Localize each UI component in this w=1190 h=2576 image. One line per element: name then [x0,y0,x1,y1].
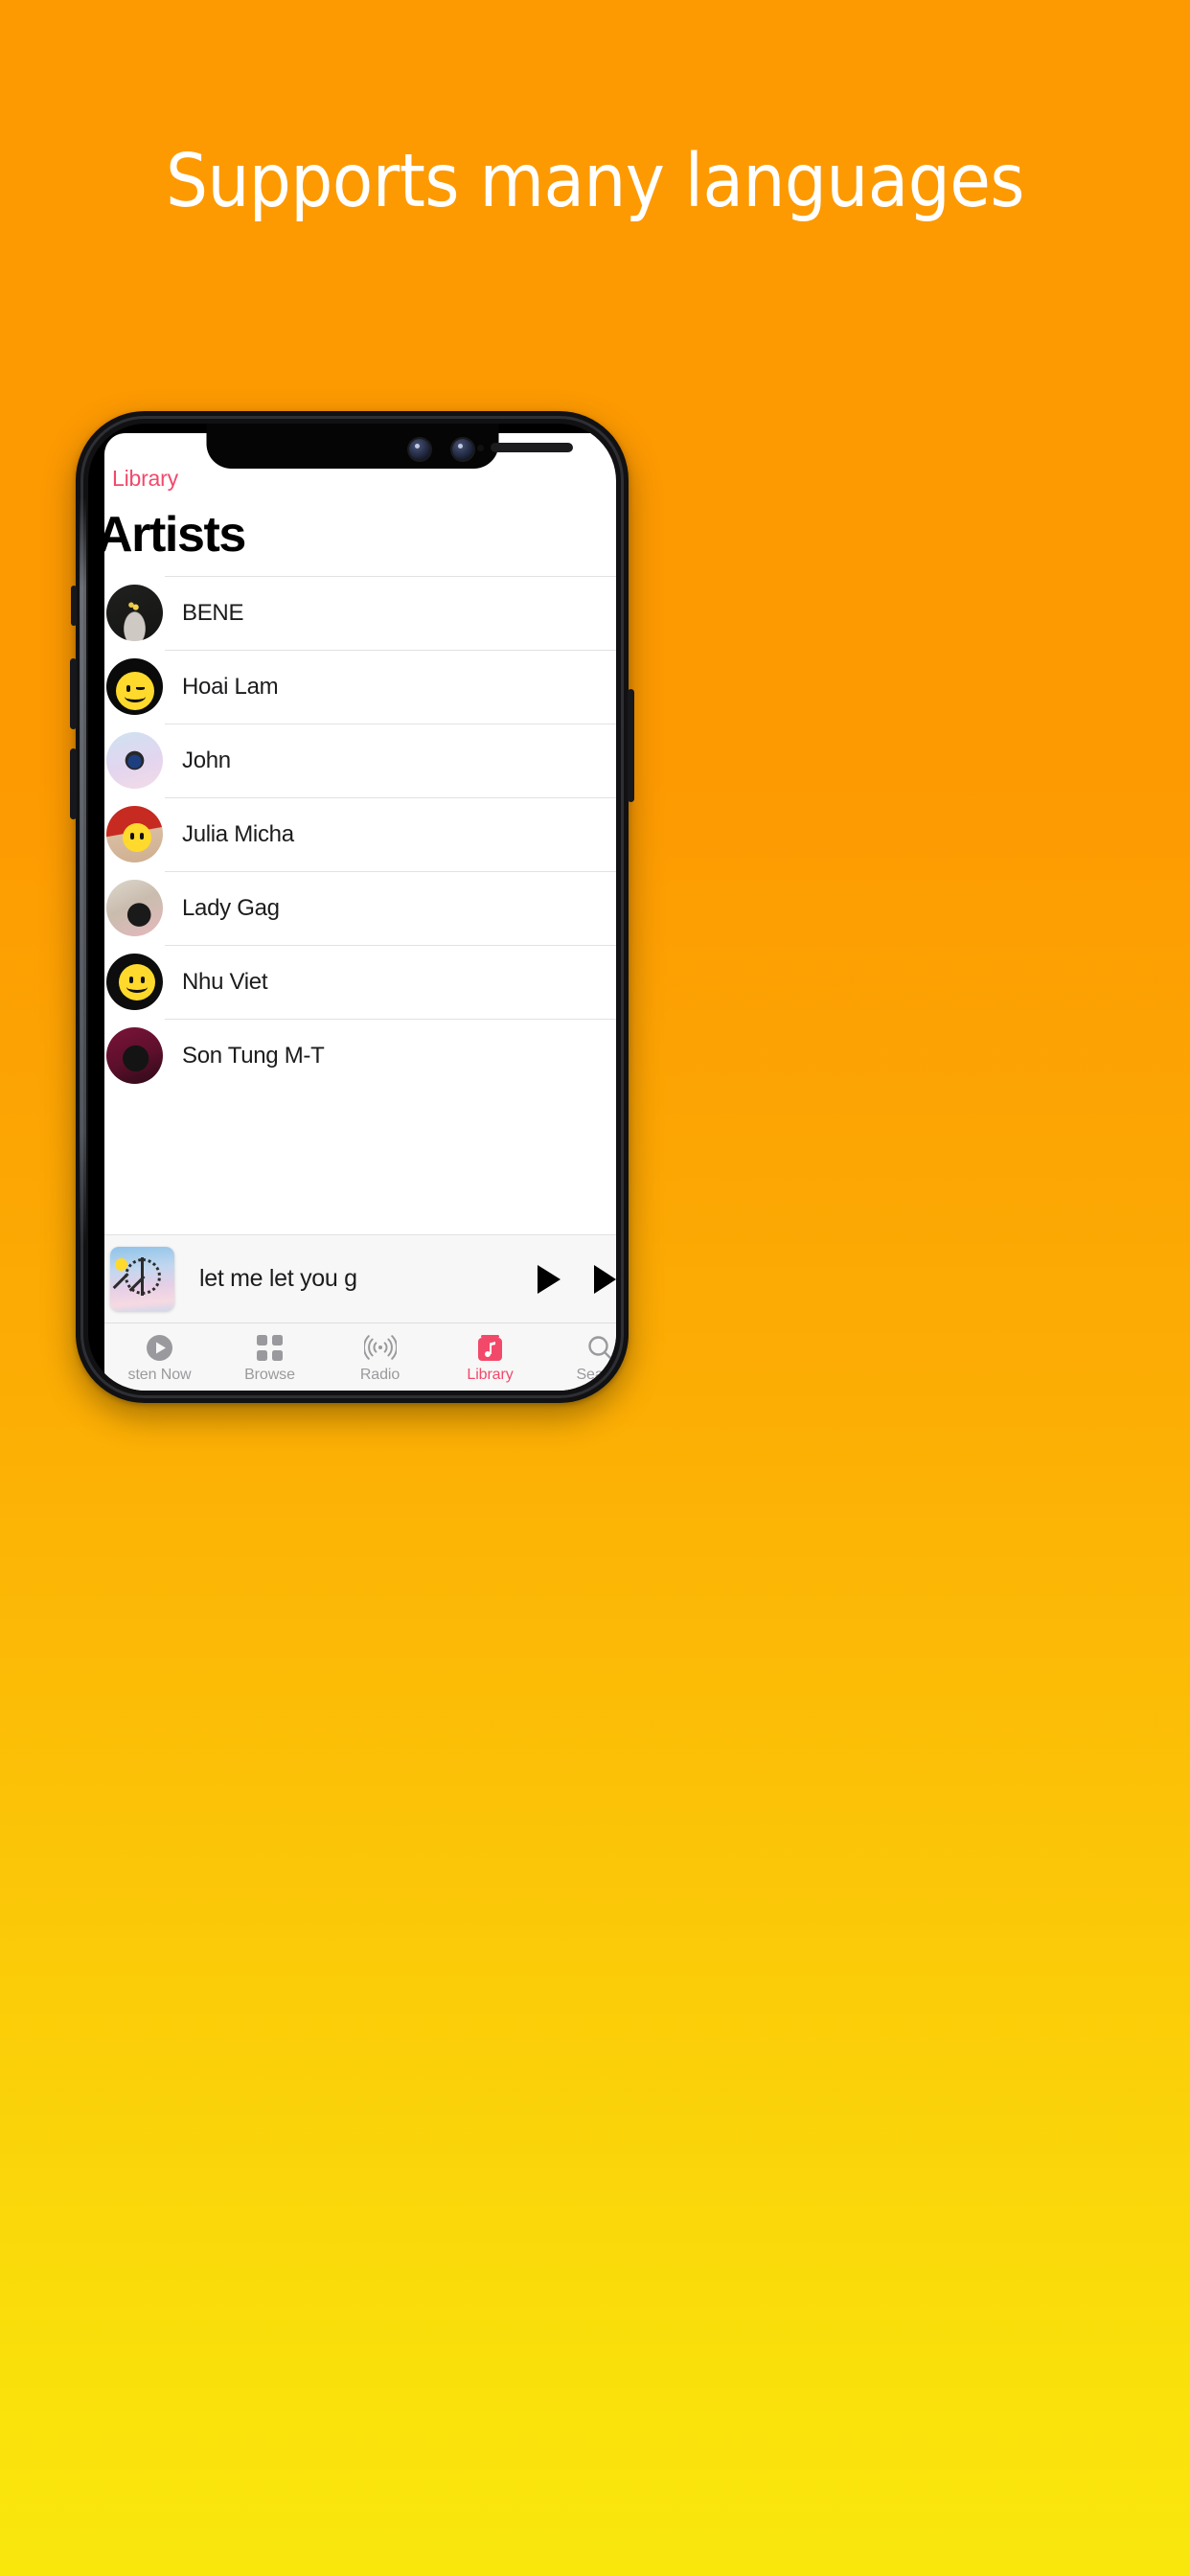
artists-page-title: Artists [104,507,246,563]
back-button-label: Library [112,466,178,491]
artists-list[interactable]: BENE Hoai Lam John Julia Micha Lady Gag … [104,576,616,1234]
now-playing-title-text: let me let you g [199,1265,357,1292]
phone-mockup: Library Artists BENE Hoai Lam John Julia… [70,411,634,1403]
tab-library[interactable]: Library [435,1333,545,1384]
artist-name: John [182,747,231,773]
phone-edge-highlight [80,497,86,1245]
avatar [106,585,163,641]
phone-screen: Library Artists BENE Hoai Lam John Julia… [88,424,616,1391]
grid-icon [257,1333,283,1362]
mute-switch[interactable] [71,586,77,626]
smiley-icon [115,1258,127,1271]
artist-name: Son Tung M-T [182,1042,325,1069]
avatar [106,658,163,715]
artist-name: Hoai Lam [182,673,279,700]
front-camera-icon [409,439,430,460]
back-button-library[interactable]: Library [104,466,616,492]
artist-name: Nhu Viet [182,968,268,995]
avatar [106,806,163,862]
list-item[interactable]: Hoai Lam [104,650,616,724]
tab-browse[interactable]: Browse [215,1333,325,1384]
list-item[interactable]: John [104,724,616,797]
play-circle-icon [146,1333,173,1362]
winking-smiley-icon [116,672,154,710]
peace-sign-icon [124,1256,161,1296]
tab-label: Search [576,1367,616,1383]
tab-radio[interactable]: Radio [325,1333,435,1384]
search-icon [586,1333,614,1362]
earpiece-speaker-icon [491,443,573,452]
volume-up-button[interactable] [70,658,77,729]
chevron-left-icon [104,470,110,488]
ambient-light-sensor-icon [477,445,484,451]
tab-label: Browse [244,1367,295,1383]
now-playing-title: let me let you g [199,1265,515,1293]
artist-name: BENE [182,599,244,626]
fast-forward-icon [594,1264,616,1294]
artist-name: Julia Micha [182,820,294,847]
face-id-sensor-icon [452,439,473,460]
tab-search[interactable]: Search [545,1333,616,1384]
list-item[interactable]: BENE [104,576,616,650]
play-icon [538,1264,561,1294]
next-track-button[interactable] [592,1261,616,1298]
avatar [106,880,163,936]
tab-listen-now[interactable]: sten Now [104,1333,215,1384]
page-title: Supports many languages [166,139,1024,224]
list-item[interactable]: Lady Gag [104,871,616,945]
volume-down-button[interactable] [70,748,77,819]
title-fade-mask [491,1265,515,1293]
list-item[interactable]: Son Tung M-T [104,1019,616,1092]
avatar [106,732,163,789]
list-item[interactable]: Julia Micha [104,797,616,871]
tab-label: Library [467,1367,514,1383]
list-item[interactable]: Nhu Viet [104,945,616,1019]
power-button[interactable] [628,689,634,802]
smiley-icon [119,964,155,1000]
tab-bar[interactable]: sten Now Browse Radio Library Searc [104,1322,616,1391]
smiley-icon [123,823,151,852]
tab-label: Radio [359,1367,400,1383]
play-button[interactable] [529,1260,567,1299]
library-music-icon [477,1333,503,1362]
artist-name: Lady Gag [182,894,280,921]
avatar [106,954,163,1010]
broadcast-icon [363,1333,397,1362]
tab-label: sten Now [127,1367,192,1383]
now-playing-artwork [110,1247,174,1311]
music-app: Library Artists BENE Hoai Lam John Julia… [104,433,616,1391]
mini-player[interactable]: let me let you g [104,1234,616,1322]
avatar [106,1027,163,1084]
